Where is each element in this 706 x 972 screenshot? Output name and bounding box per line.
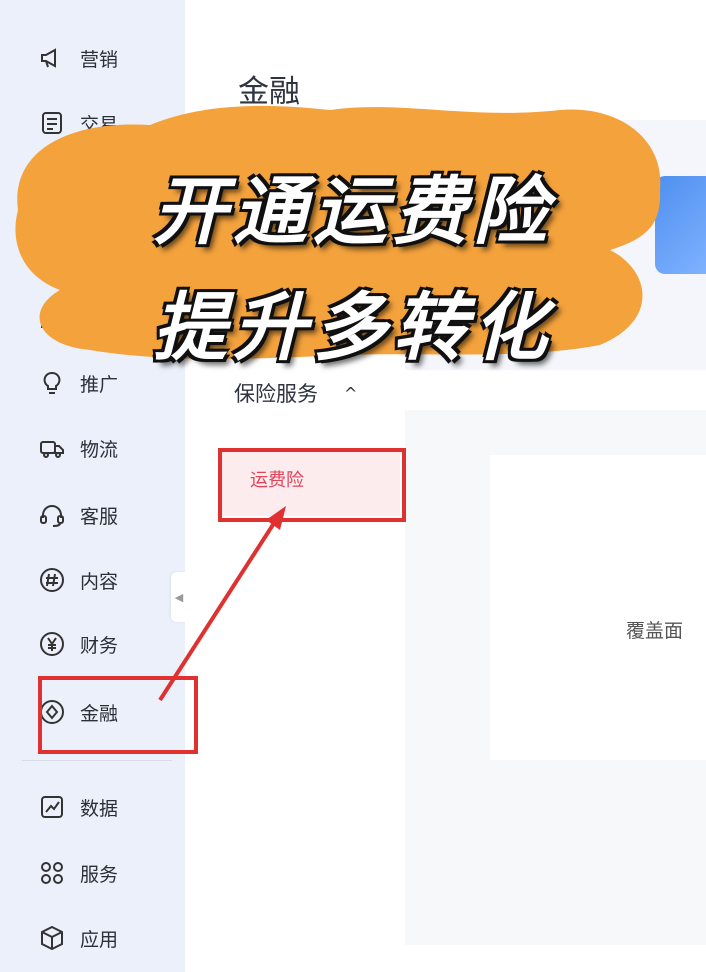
- nav-item-data[interactable]: 数据: [38, 787, 118, 827]
- cube-icon: [41, 925, 63, 951]
- nav-label: 交易: [80, 113, 119, 136]
- nav-item-services[interactable]: 服务: [38, 853, 118, 893]
- annotation-box-shipping-insurance: [218, 448, 406, 522]
- nav-divider: [22, 760, 172, 761]
- chart-icon: [41, 796, 63, 818]
- hashtag-icon: [40, 568, 64, 592]
- subnav-group-insurance[interactable]: 保险服务 ^: [234, 378, 357, 408]
- coverage-text: 覆盖面: [626, 620, 684, 642]
- nav-label: 财务: [80, 634, 119, 657]
- grid-dots-icon: [41, 862, 63, 884]
- nav-item-marketing[interactable]: 营销: [38, 38, 118, 78]
- nav-label: 营销: [80, 48, 119, 71]
- subnav-group-label: 保险服务: [234, 382, 318, 406]
- chevron-up-icon: ^: [344, 383, 358, 403]
- nav-item-finance[interactable]: 财务: [38, 624, 118, 664]
- annotation-box-finance-nav: [38, 676, 198, 754]
- headline-line-1: 开通运费险: [153, 169, 553, 255]
- nav-item-customer-service[interactable]: 客服: [38, 495, 118, 535]
- nav-item-apps[interactable]: 应用: [38, 918, 118, 958]
- page-title: 金融: [238, 73, 300, 110]
- order-list-icon: [42, 112, 62, 134]
- nav-item-logistics[interactable]: 物流: [38, 428, 118, 468]
- nav-label: 数据: [80, 797, 119, 820]
- nav-label: 客服: [80, 505, 119, 528]
- truck-icon: [40, 441, 64, 458]
- headset-icon: [40, 505, 64, 527]
- nav-label: 应用: [80, 928, 119, 951]
- nav-label: 内容: [80, 570, 119, 593]
- content-card: [490, 455, 706, 760]
- nav-item-content[interactable]: 内容: [38, 560, 118, 600]
- headline-line-2: 提升多转化: [153, 285, 553, 371]
- nav-label: 服务: [80, 863, 119, 886]
- left-nav-sidebar: 营销 交易 推广 物流 客服 内容 财务 金融 数据 服务 应用: [0, 0, 185, 972]
- megaphone-icon: [41, 48, 56, 68]
- nav-label: 物流: [80, 438, 119, 461]
- nav-item-transactions[interactable]: 交易: [38, 103, 118, 143]
- yen-icon: [40, 632, 64, 656]
